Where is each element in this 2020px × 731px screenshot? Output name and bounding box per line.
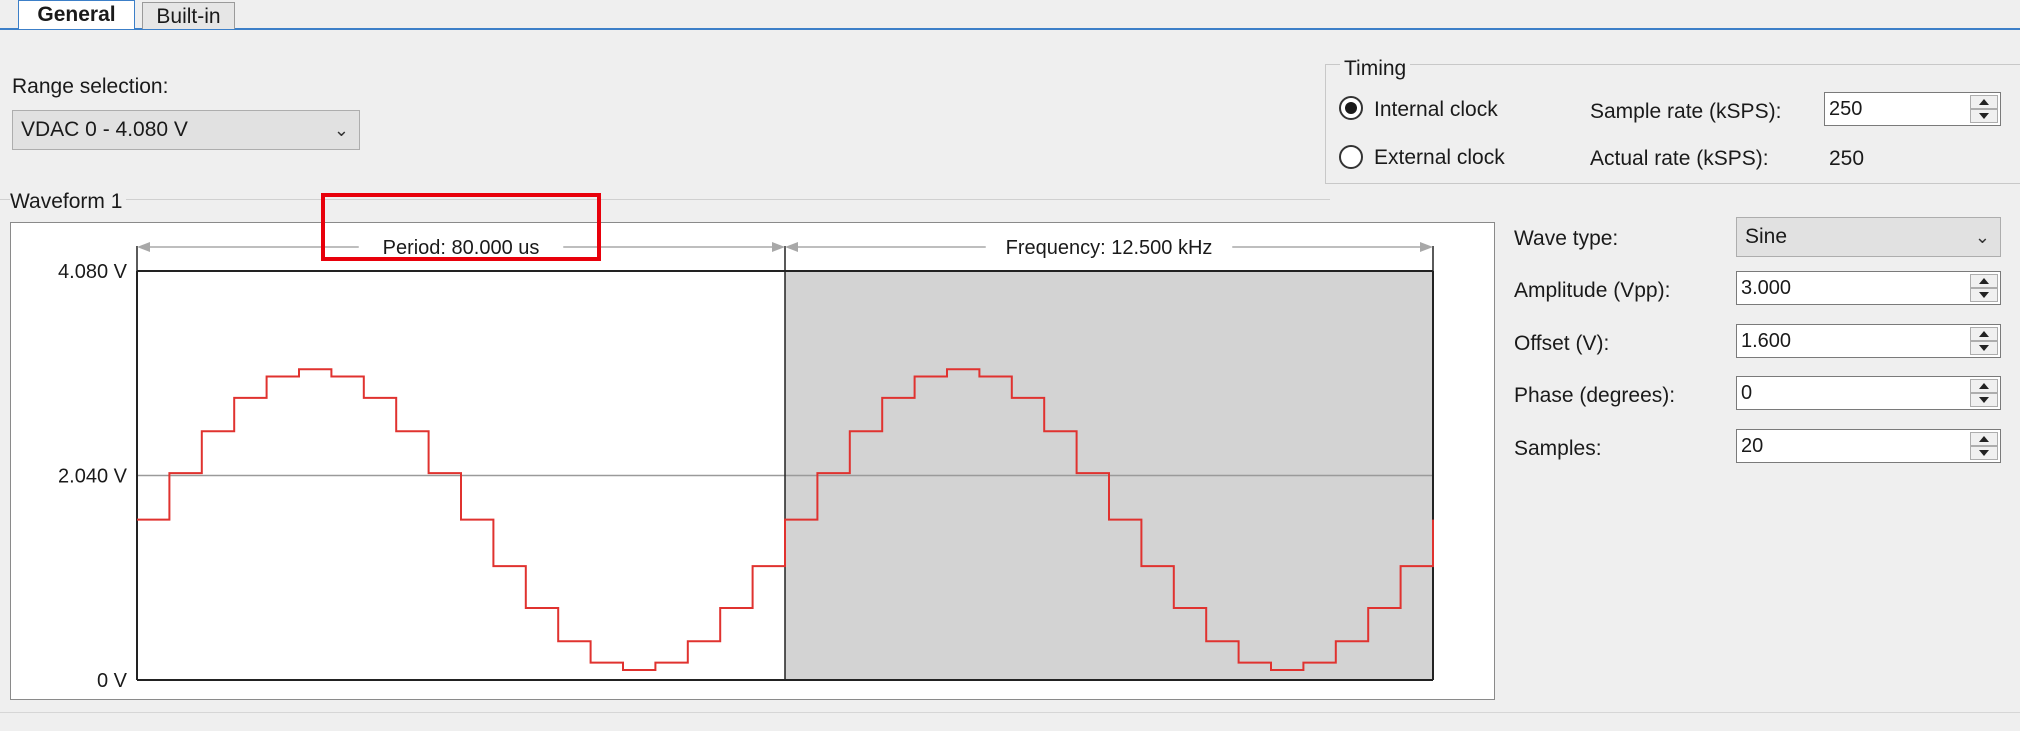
range-selection-label: Range selection: (12, 75, 169, 98)
period-highlight-box (321, 193, 601, 261)
actual-rate-label: Actual rate (kSPS): (1590, 147, 1769, 170)
external-clock-radio[interactable] (1339, 145, 1363, 169)
sample-rate-value: 250 (1829, 98, 1863, 120)
radio-selected-dot (1345, 102, 1357, 114)
waveform-chart: 4.080 V2.040 V0 VPeriod: 80.000 us Freque… (10, 222, 1495, 700)
sample-rate-label: Sample rate (kSPS): (1590, 100, 1782, 123)
samples-spinbox[interactable]: 20 (1736, 429, 2001, 463)
actual-rate-value: 250 (1829, 147, 1865, 170)
range-select[interactable]: VDAC 0 - 4.080 V ⌄ (12, 110, 360, 150)
range-select-value: VDAC 0 - 4.080 V (21, 118, 188, 141)
timing-title: Timing (1340, 57, 1411, 81)
frequency-arrow-label: Frequency: 12.500 kHz (1006, 237, 1213, 259)
bottom-separator (0, 712, 2020, 713)
spin-up-icon[interactable] (1970, 327, 1998, 341)
y-tick-label: 0 V (97, 670, 128, 692)
phase-value: 0 (1741, 382, 1753, 404)
offset-spinbox[interactable]: 1.600 (1736, 324, 2001, 358)
spin-down-icon[interactable] (1970, 341, 1998, 355)
spin-down-icon[interactable] (1970, 288, 1998, 302)
waveform-title: Waveform 1 (10, 190, 127, 214)
wave-type-value: Sine (1745, 225, 1788, 248)
offset-label: Offset (V): (1514, 332, 1610, 355)
waveform-group-border (0, 199, 1330, 200)
spin-up-icon[interactable] (1970, 379, 1998, 393)
offset-value: 1.600 (1741, 330, 1792, 352)
spin-down-icon[interactable] (1970, 393, 1998, 407)
samples-value: 20 (1741, 435, 1764, 457)
spin-down-icon[interactable] (1970, 109, 1998, 123)
spin-up-icon[interactable] (1970, 95, 1998, 109)
amplitude-label: Amplitude (Vpp): (1514, 279, 1671, 302)
amplitude-spinbox[interactable]: 3.000 (1736, 271, 2001, 305)
y-tick-label: 2.040 V (58, 466, 128, 488)
spin-up-icon[interactable] (1970, 432, 1998, 446)
amplitude-value: 3.000 (1741, 277, 1792, 299)
internal-clock-label: Internal clock (1374, 98, 1498, 121)
chevron-down-icon: ⌄ (333, 120, 349, 140)
internal-clock-radio[interactable] (1339, 96, 1363, 120)
tab-strip-line (0, 28, 2020, 30)
y-tick-label: 4.080 V (58, 261, 128, 283)
phase-spinbox[interactable]: 0 (1736, 376, 2001, 410)
spin-up-icon[interactable] (1970, 274, 1998, 288)
spin-down-icon[interactable] (1970, 446, 1998, 460)
sample-rate-spinbox[interactable]: 250 (1824, 92, 2001, 126)
tab-general[interactable]: General (18, 0, 135, 29)
phase-label: Phase (degrees): (1514, 384, 1676, 407)
samples-label: Samples: (1514, 437, 1602, 460)
external-clock-label: External clock (1374, 146, 1505, 169)
chevron-down-icon: ⌄ (1974, 227, 1990, 247)
tab-built-in[interactable]: Built-in (142, 2, 235, 29)
wave-type-select[interactable]: Sine ⌄ (1736, 217, 2001, 257)
wave-type-label: Wave type: (1514, 227, 1619, 250)
